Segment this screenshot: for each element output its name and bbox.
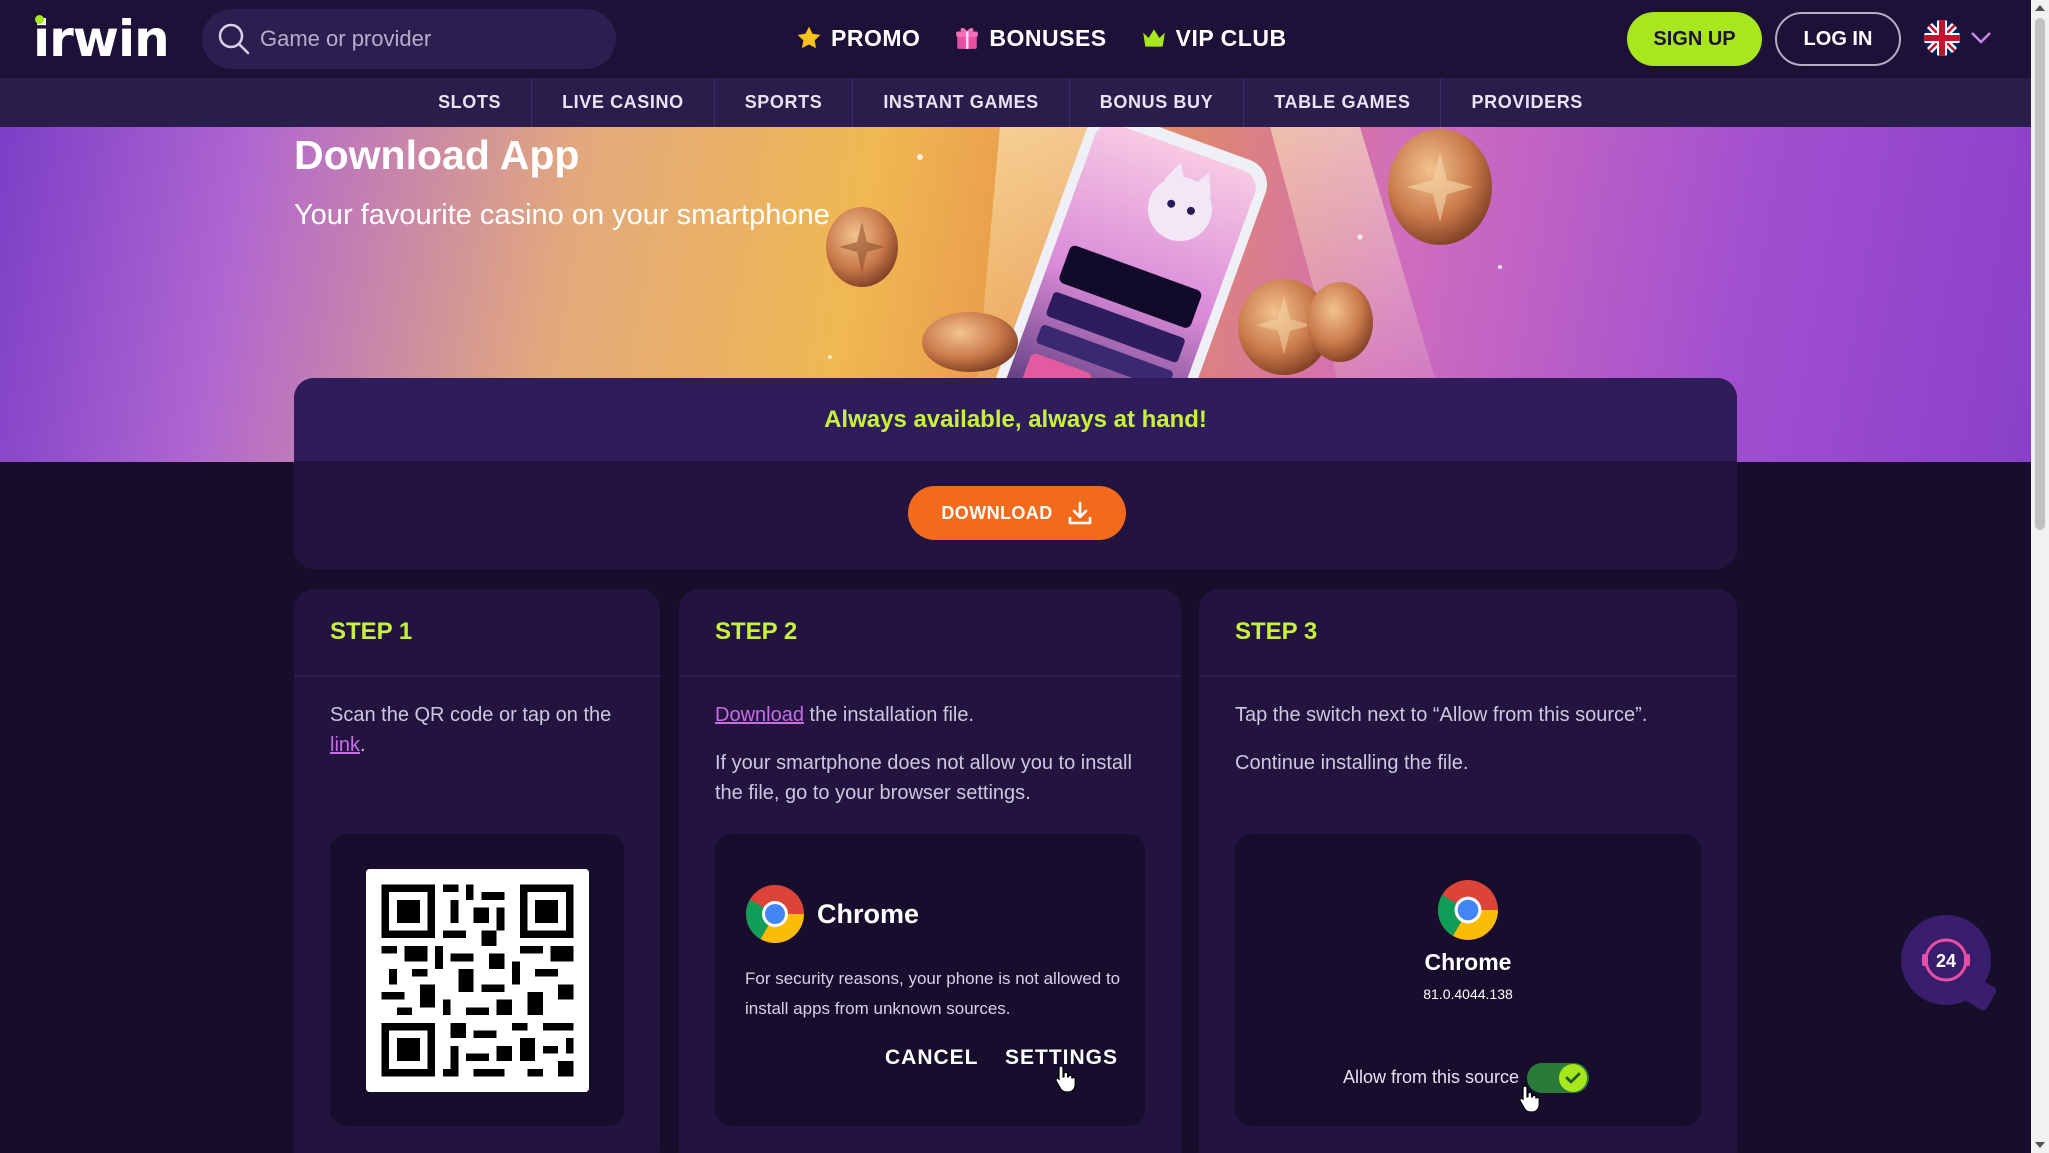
qr-code[interactable]: [366, 869, 589, 1092]
gift-icon: [956, 28, 979, 49]
hand-cursor-icon: [1519, 1085, 1540, 1112]
top-nav: PROMO BONUSES VIP CLUB: [796, 18, 1287, 58]
step-2-download-link[interactable]: Download: [715, 704, 804, 726]
search-box[interactable]: [202, 9, 616, 69]
category-instant-games[interactable]: INSTANT GAMES: [853, 78, 1070, 127]
step-2-title: STEP 2: [679, 589, 1181, 677]
support-chat-button[interactable]: 24: [1901, 915, 1998, 1012]
chrome-app-name: Chrome: [1424, 949, 1512, 975]
step-2-text-1: Download the installation file.: [715, 700, 1155, 730]
download-icon: [1068, 501, 1091, 525]
step-3-title: STEP 3: [1199, 589, 1737, 677]
top-header: irwin PROMO BONUSES VIP CLUB SIGN UP: [0, 0, 2031, 78]
log-in-button[interactable]: LOG IN: [1775, 12, 1901, 66]
step-1-text: Scan the QR code or tap on the link.: [330, 700, 630, 760]
security-message: For security reasons, your phone is not …: [745, 969, 1121, 1018]
qr-card: [330, 834, 624, 1126]
chevron-down-icon: [1971, 32, 1991, 44]
step-3-card: STEP 3 Tap the switch next to “Allow fro…: [1199, 589, 1737, 1153]
download-button[interactable]: DOWNLOAD: [908, 486, 1126, 540]
uk-flag-icon: [1924, 20, 1960, 56]
category-slots[interactable]: SLOTS: [438, 78, 533, 127]
scroll-down-arrow[interactable]: [2035, 1142, 2045, 1148]
hand-cursor-icon: [1055, 1065, 1076, 1092]
nav-promo-label: PROMO: [831, 24, 921, 51]
step-2-text-2: If your smartphone does not allow you to…: [715, 752, 1132, 804]
allow-source-label: Allow from this source: [1343, 1067, 1520, 1087]
chrome-version: 81.0.4044.138: [1423, 986, 1513, 1002]
step-2-card: STEP 2 Download the installation file. I…: [679, 589, 1181, 1153]
support-label: 24: [1936, 951, 1956, 971]
irwin-logo[interactable]: irwin: [33, 12, 170, 66]
download-tagline: Always available, always at hand!: [294, 378, 1737, 461]
sign-up-button[interactable]: SIGN UP: [1627, 12, 1762, 66]
chrome-app-name: Chrome: [817, 898, 920, 929]
step-3-text-1: Tap the switch next to “Allow from this …: [1235, 704, 1648, 726]
chrome-icon: [746, 885, 804, 943]
hero-subtitle: Your favourite casino on your smartphone: [294, 199, 830, 231]
scrollbar[interactable]: [2031, 0, 2049, 1153]
nav-vip-label: VIP CLUB: [1175, 24, 1287, 51]
checkmark-icon: [1565, 1072, 1581, 1084]
step-3-text-2: Continue installing the file.: [1235, 752, 1469, 774]
nav-bonuses-label: BONUSES: [989, 24, 1107, 51]
cancel-button[interactable]: CANCEL: [885, 1046, 979, 1070]
language-selector[interactable]: [1924, 20, 1992, 56]
download-panel: Always available, always at hand! DOWNLO…: [294, 378, 1737, 569]
category-live-casino[interactable]: LIVE CASINO: [532, 78, 715, 127]
support-24-icon: 24: [1922, 938, 1970, 982]
nav-vip-club[interactable]: VIP CLUB: [1141, 18, 1287, 58]
step-1-title: STEP 1: [294, 589, 660, 677]
nav-promo[interactable]: PROMO: [796, 18, 920, 58]
logo-dot: [35, 15, 44, 24]
search-input[interactable]: [260, 26, 600, 52]
chrome-icon: [1438, 880, 1498, 940]
page-title: Download App: [294, 132, 580, 178]
chrome-header: Chrome: [745, 884, 919, 944]
download-button-label: DOWNLOAD: [941, 502, 1053, 523]
crown-icon: [1142, 29, 1165, 47]
step-1-period: .: [360, 734, 366, 756]
step-1-card: STEP 1 Scan the QR code or tap on the li…: [294, 589, 660, 1153]
star-icon: [797, 26, 821, 49]
step-1-instruction: Scan the QR code or tap on the: [330, 704, 612, 726]
nav-bonuses[interactable]: BONUSES: [954, 18, 1106, 58]
chrome-settings-card: Chrome 81.0.4044.138 Allow from this sou…: [1235, 834, 1701, 1126]
chrome-warning-card: Chrome For security reasons, your phone …: [715, 834, 1145, 1126]
category-table-games[interactable]: TABLE GAMES: [1244, 78, 1442, 127]
scroll-thumb[interactable]: [2035, 18, 2045, 530]
step-1-link[interactable]: link: [330, 734, 360, 756]
toggle-knob: [1559, 1064, 1587, 1092]
step-2-installation-text: the installation file.: [803, 704, 975, 726]
search-icon: [218, 23, 250, 55]
category-nav: SLOTS LIVE CASINO SPORTS INSTANT GAMES B…: [0, 78, 2031, 127]
scroll-up-arrow[interactable]: [2035, 5, 2045, 11]
category-bonus-buy[interactable]: BONUS BUY: [1070, 78, 1245, 127]
category-sports[interactable]: SPORTS: [715, 78, 854, 127]
category-providers[interactable]: PROVIDERS: [1441, 78, 1612, 127]
